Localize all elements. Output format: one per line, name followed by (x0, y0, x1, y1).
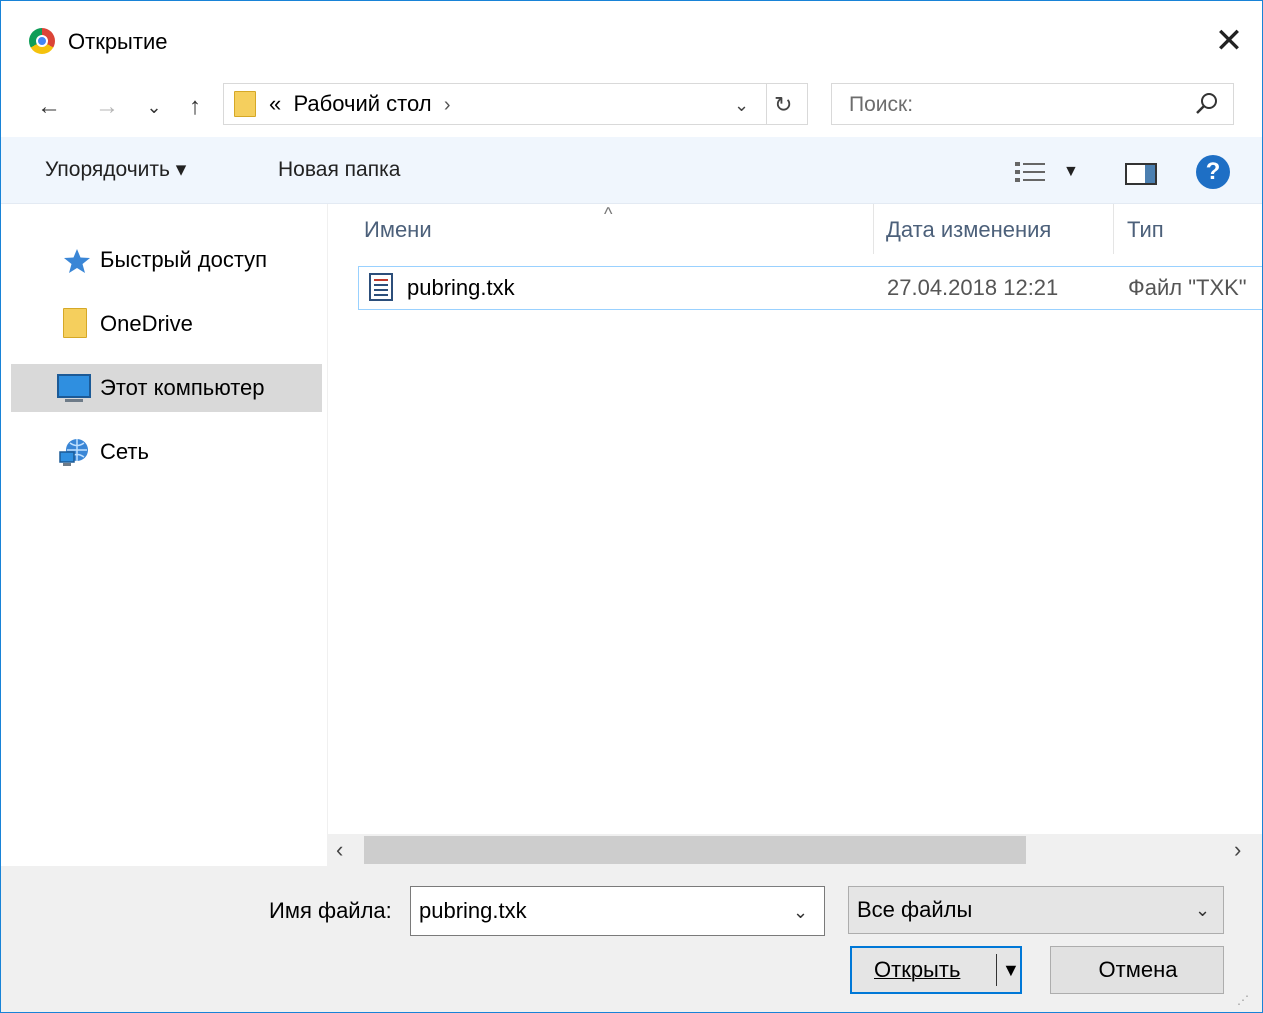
dialog-footer: Имя файла: pubring.txk ⌄ Все файлы ⌄ Отк… (1, 866, 1262, 1012)
sidebar-item-label: Сеть (100, 439, 149, 464)
open-button[interactable]: Открыть ▼ (850, 946, 1022, 994)
sidebar-item-onedrive[interactable]: OneDrive (11, 300, 322, 348)
navigation-pane: Быстрый доступ OneDrive Этот компьютер С… (1, 204, 328, 866)
cancel-button[interactable]: Отмена (1050, 946, 1224, 994)
view-details-icon[interactable] (1013, 161, 1049, 183)
search-box[interactable]: Поиск: (831, 83, 1234, 125)
folder-icon (234, 91, 256, 117)
filename-combobox[interactable]: pubring.txk ⌄ (410, 886, 825, 936)
sidebar-item-label: OneDrive (100, 311, 193, 336)
table-row[interactable]: pubring.txk 27.04.2018 12:21 Файл "TXK" (358, 266, 1262, 310)
file-type-select[interactable]: Все файлы ⌄ (848, 886, 1224, 934)
sidebar-item-label: Быстрый доступ (100, 247, 268, 272)
column-header-name[interactable]: Имени (364, 204, 432, 266)
computer-icon (57, 374, 91, 402)
scroll-thumb[interactable] (364, 836, 1026, 864)
sidebar-item-label: Этот компьютер (100, 375, 265, 400)
star-icon (64, 249, 90, 273)
refresh-icon[interactable]: ↻ (774, 88, 792, 122)
search-input[interactable]: Поиск: (849, 91, 913, 119)
breadcrumb-overflow[interactable]: « (269, 91, 281, 116)
chevron-down-icon[interactable]: ⌄ (793, 897, 808, 927)
address-bar[interactable]: « Рабочий стол › ⌄ ↻ (223, 83, 808, 125)
dialog-title: Открытие (68, 29, 168, 54)
breadcrumb-chevron-icon[interactable]: › (444, 94, 451, 116)
sidebar-item-quick-access[interactable]: Быстрый доступ (11, 236, 322, 284)
scroll-right-icon[interactable]: › (1234, 834, 1241, 866)
back-arrow-icon[interactable]: ← (31, 89, 67, 125)
breadcrumb[interactable]: « Рабочий стол › (269, 90, 451, 119)
chevron-down-icon[interactable]: ⌄ (1195, 895, 1210, 925)
filename-field[interactable]: pubring.txk (419, 896, 527, 926)
help-icon[interactable]: ? (1196, 155, 1230, 189)
close-icon[interactable]: ✕ (1205, 19, 1253, 63)
resize-grip-icon[interactable]: ⋰ (1237, 992, 1257, 1008)
column-header-type[interactable]: Тип (1127, 204, 1164, 266)
text-file-icon (369, 273, 393, 301)
folder-icon (63, 308, 87, 338)
view-dropdown-icon[interactable]: ▼ (1063, 157, 1079, 187)
breadcrumb-desktop[interactable]: Рабочий стол (293, 91, 431, 116)
horizontal-scrollbar[interactable]: ‹ › (328, 834, 1262, 866)
cancel-button-label: Отмена (1098, 957, 1178, 982)
file-list: Имени ^ Дата изменения Тип pubring.txk 2… (328, 204, 1262, 834)
navigation-bar: ← → ⌄ ↑ « Рабочий стол › ⌄ ↻ Поиск: (1, 79, 1262, 137)
file-type-value: Все файлы (857, 897, 973, 922)
column-divider[interactable] (873, 204, 874, 254)
new-folder-button[interactable]: Новая папка (278, 155, 400, 185)
title-bar: Открытие ✕ (1, 1, 1262, 79)
network-icon (59, 439, 88, 466)
sidebar-item-network[interactable]: Сеть (11, 428, 322, 476)
sort-ascending-icon: ^ (604, 204, 613, 224)
organize-button[interactable]: Упорядочить ▾ (45, 155, 186, 185)
up-arrow-icon[interactable]: ↑ (177, 89, 213, 125)
file-date: 27.04.2018 12:21 (887, 275, 1059, 300)
preview-pane-icon[interactable] (1125, 163, 1157, 185)
search-icon[interactable] (1194, 91, 1220, 117)
address-divider (766, 84, 767, 124)
open-button-label: Открыть (874, 957, 961, 982)
scroll-left-icon[interactable]: ‹ (336, 834, 343, 866)
sidebar-item-this-pc[interactable]: Этот компьютер (11, 364, 322, 412)
split-divider (996, 954, 997, 986)
command-toolbar: Упорядочить ▾ Новая папка ▼ ? (1, 137, 1262, 204)
file-name: pubring.txk (407, 275, 515, 300)
file-type: Файл "TXK" (1128, 275, 1247, 300)
filename-label: Имя файла: (269, 898, 392, 923)
column-header-date[interactable]: Дата изменения (886, 204, 1051, 266)
open-options-dropdown-icon[interactable]: ▼ (1002, 956, 1020, 984)
recent-locations-chevron-icon[interactable]: ⌄ (141, 89, 167, 125)
open-file-dialog: Открытие ✕ ← → ⌄ ↑ « Рабочий стол › ⌄ ↻ … (0, 0, 1263, 1013)
chrome-icon (29, 28, 55, 54)
forward-arrow-icon[interactable]: → (89, 89, 125, 125)
column-divider[interactable] (1113, 204, 1114, 254)
address-dropdown-chevron-icon[interactable]: ⌄ (734, 88, 749, 122)
